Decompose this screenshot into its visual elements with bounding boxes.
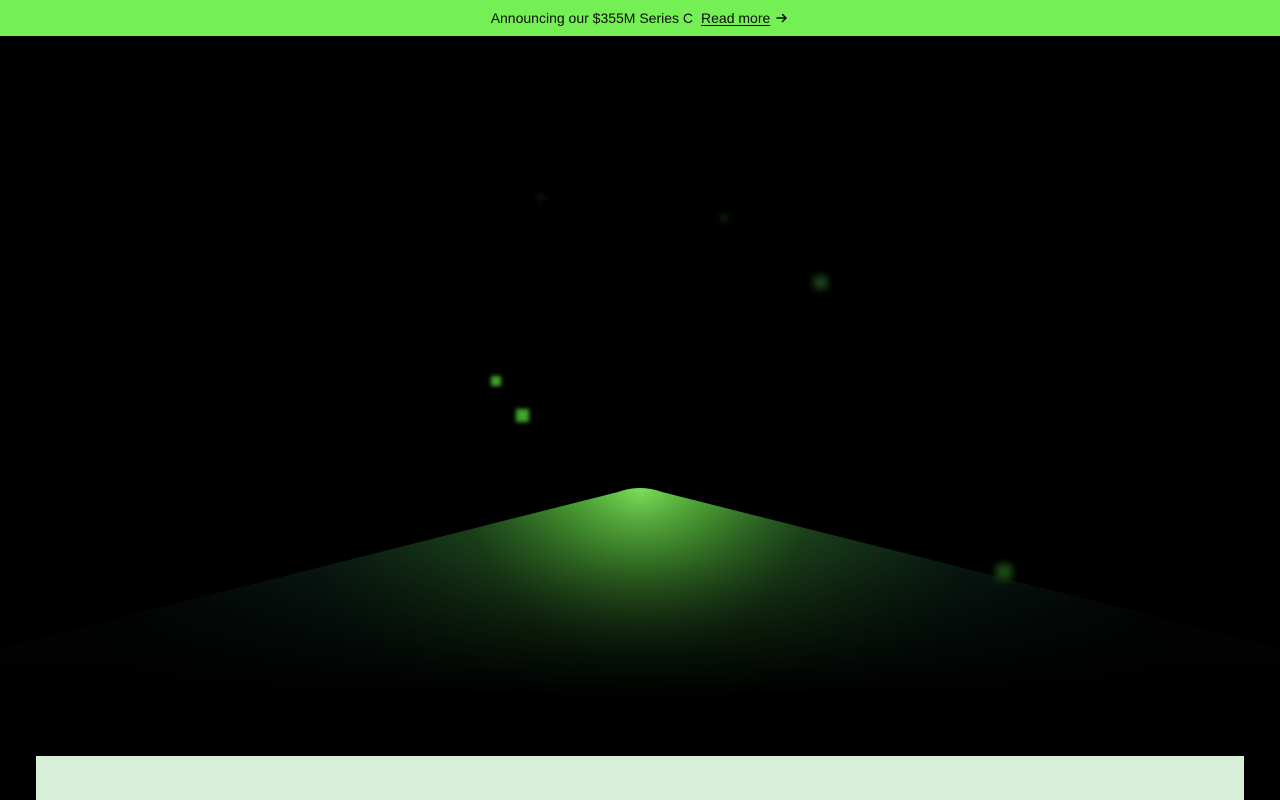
announcement-banner: Announcing our $355M Series C Read more: [0, 0, 1280, 36]
read-more-label: Read more: [701, 10, 771, 26]
hero-section: [0, 36, 1280, 756]
content-card: [36, 756, 1244, 800]
arrow-right-icon: [776, 13, 788, 23]
hero-illustration: [0, 194, 1280, 756]
announcement-text: Announcing our $355M Series C: [490, 10, 694, 26]
glowing-ridge: [0, 488, 1280, 756]
read-more-link[interactable]: Read more: [701, 10, 789, 26]
